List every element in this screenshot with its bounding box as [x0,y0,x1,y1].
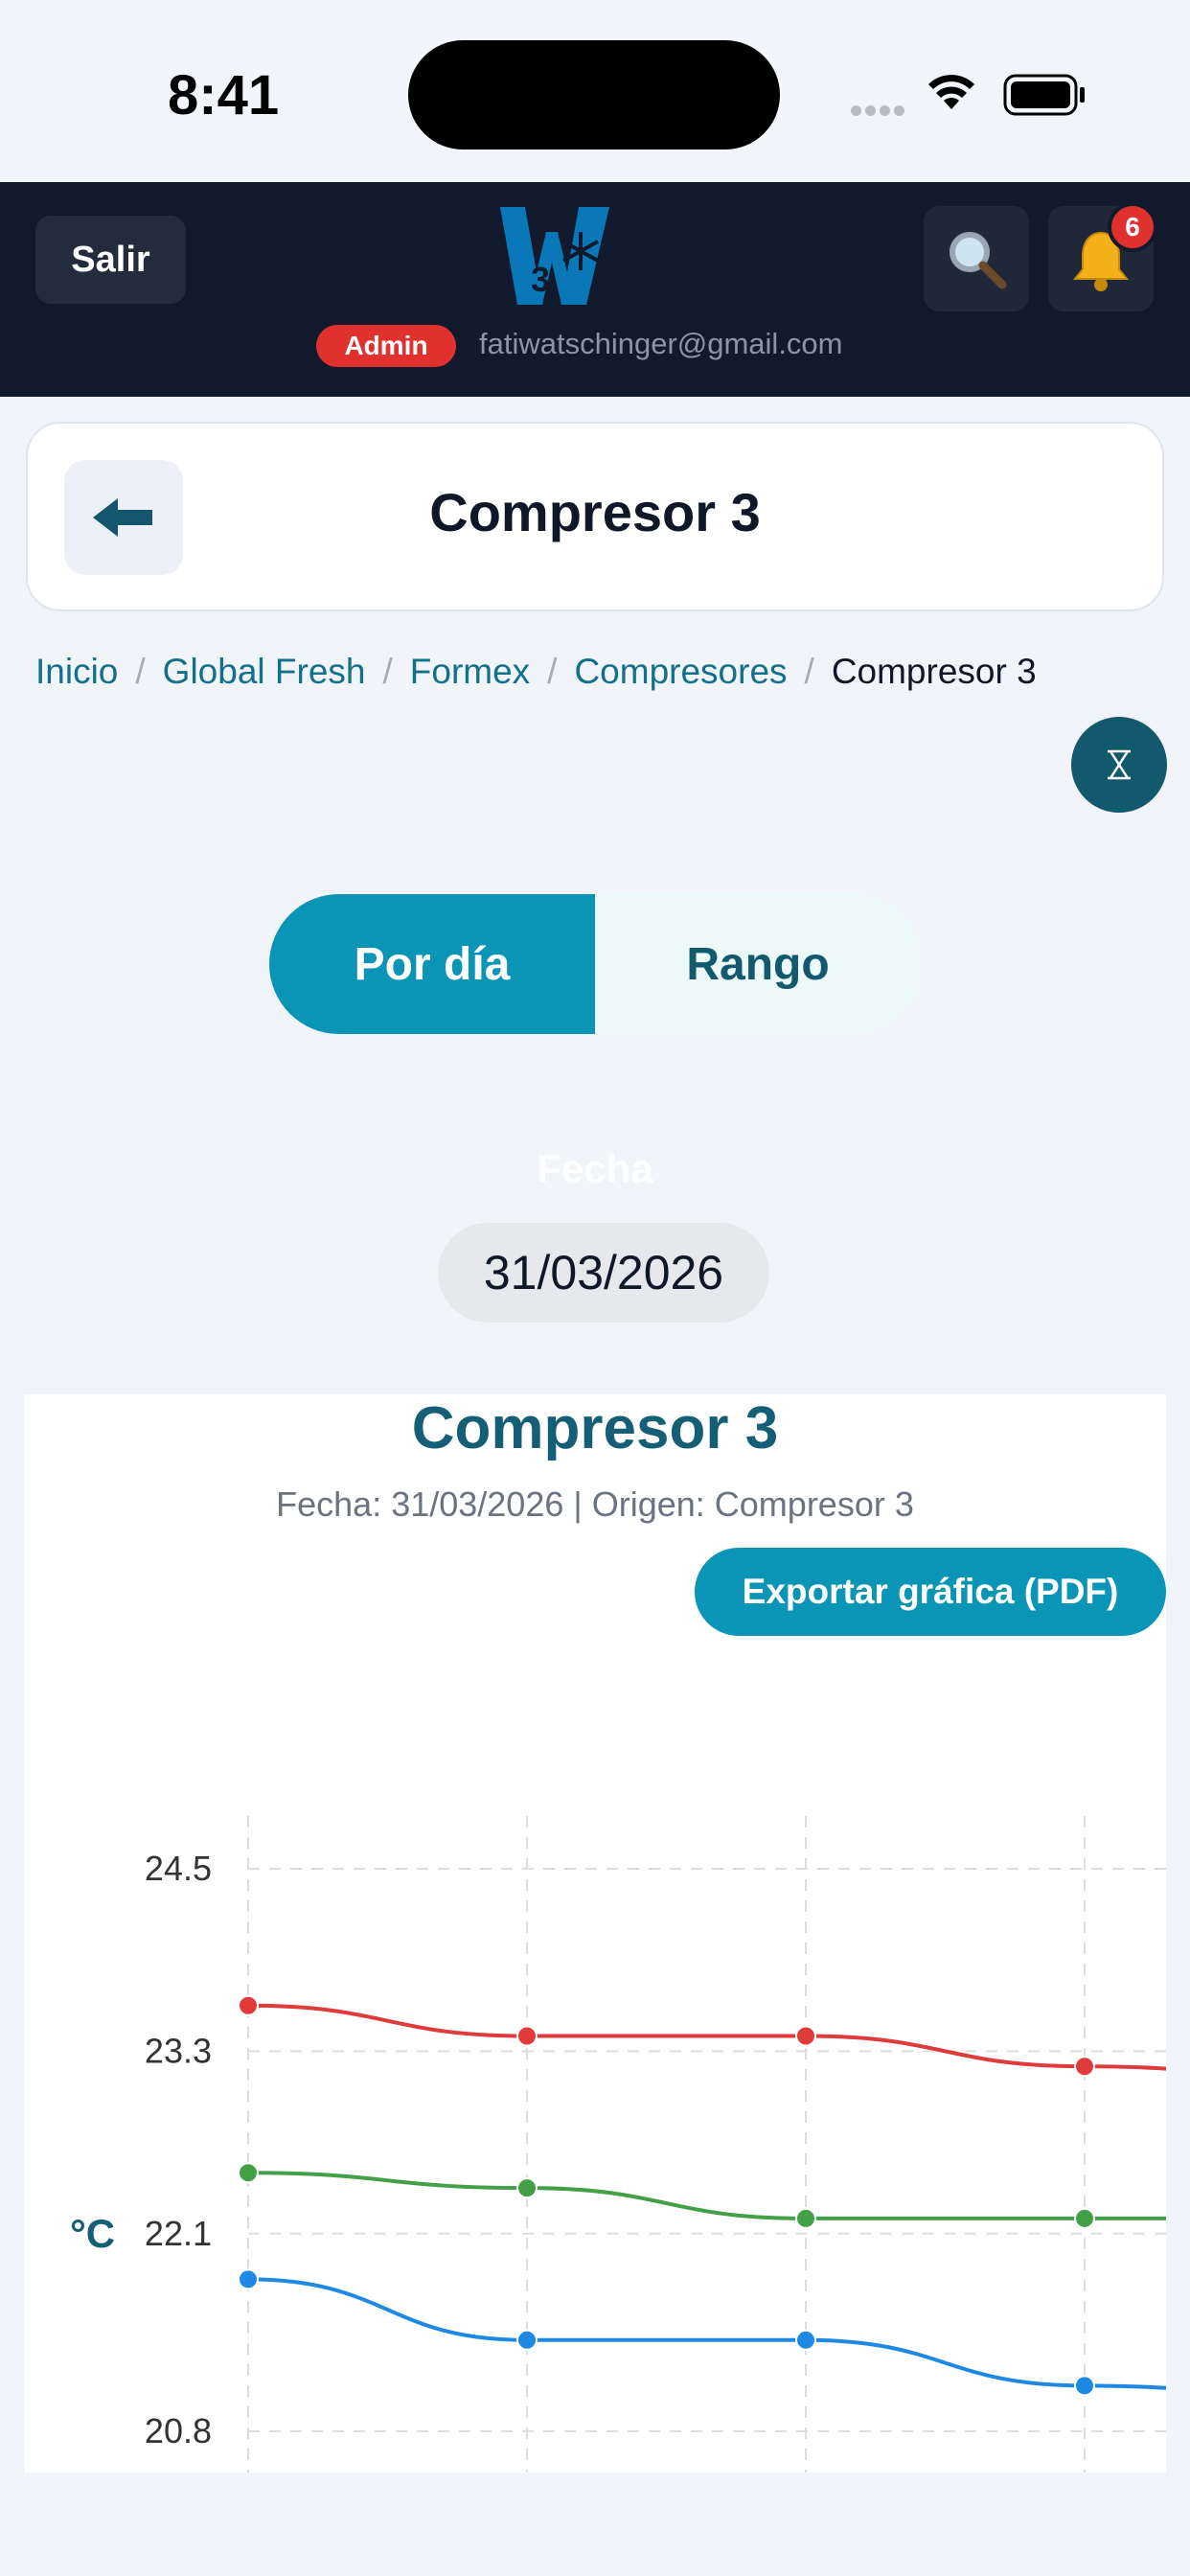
chart-data-point [516,2177,538,2199]
breadcrumb-separator: / [135,652,146,691]
chart-title: Compresor 3 [411,1395,779,1461]
search-button[interactable] [924,206,1029,311]
chart-subtitle: Fecha: 31/03/2026 | Origen: Compresor 3 [276,1484,914,1524]
breadcrumb-link-global-fresh[interactable]: Global Fresh [163,652,366,691]
export-pdf-button[interactable]: Exportar gráfica (PDF) [695,1548,1166,1636]
logout-button[interactable]: Salir [35,216,186,304]
breadcrumb-link-compresores[interactable]: Compresores [574,652,787,691]
chart-y-tick-label: 24.5 [145,1849,212,1888]
breadcrumb-separator: / [547,652,558,691]
breadcrumb-current: Compresor 3 [831,652,1037,691]
chart-card: 20.8 22.1 23.3 24.5 °C Compresor 3 Fecha: 31… [24,1394,1166,2472]
chart-y-tick-label: 22.1 [145,2214,212,2253]
chart-data-point [1074,2056,1095,2078]
page-title: Compresor 3 [429,482,761,542]
status-time: 8:41 [168,64,280,126]
bottom-safe-area [0,2472,1190,2576]
app-header: Salir 3 6 Admin fatiwatschinger@gmail.co… [0,182,1190,397]
hourglass-icon [1108,749,1131,780]
battery-icon [1003,74,1085,116]
w3-snowflake-logo: 3 [500,207,609,305]
mode-toggle: Por día Rango [269,894,921,1034]
chart-data-point [795,2207,816,2229]
date-picker[interactable]: 31/03/2026 [438,1223,769,1322]
breadcrumb-separator: / [382,652,393,691]
chart-series-line [247,2171,1166,2220]
chart-data-point [238,1994,259,2016]
title-card: Compresor 3 [26,422,1164,611]
chart-data-point [516,2329,538,2351]
mode-option-rango[interactable]: Rango [595,894,921,1034]
date-label: Fecha [537,1146,653,1191]
chart-data-point [238,2268,259,2290]
mode-option-por-dia[interactable]: Por día [269,894,595,1034]
status-bar: 8:41 [0,0,1190,182]
breadcrumb: Inicio / Global Fresh / Formex / Compresores / C… [35,652,1037,692]
chart-data-point [795,2329,816,2351]
chart-y-tick-label: 20.8 [145,2411,212,2450]
chart-series-line [247,2277,1166,2390]
dynamic-island [408,40,780,150]
svg-text:3: 3 [531,260,550,299]
breadcrumb-link-inicio[interactable]: Inicio [35,652,118,691]
chart-y-tick-label: 23.3 [145,2031,212,2070]
user-email: fatiwatschinger@gmail.com [479,327,843,360]
chart-y-axis-label: °C [70,2211,115,2256]
role-badge: Admin [316,325,456,367]
chart-data-point [1074,2207,1095,2229]
chart-data-point [238,2162,259,2184]
notifications-button[interactable]: 6 [1048,202,1157,311]
breadcrumb-link-formex[interactable]: Formex [410,652,530,691]
chart-data-point [795,2025,816,2047]
filter-toggle-button[interactable] [1071,717,1167,813]
breadcrumb-separator: / [804,652,814,691]
chart-series-line [247,2003,1166,2071]
chart-data-point [516,2025,538,2047]
notifications-count-badge: 6 [1108,202,1157,252]
chart-data-point [1074,2375,1095,2397]
wifi-icon [928,75,974,109]
search-icon [950,232,1007,289]
cellular-signal-icon [851,104,912,116]
